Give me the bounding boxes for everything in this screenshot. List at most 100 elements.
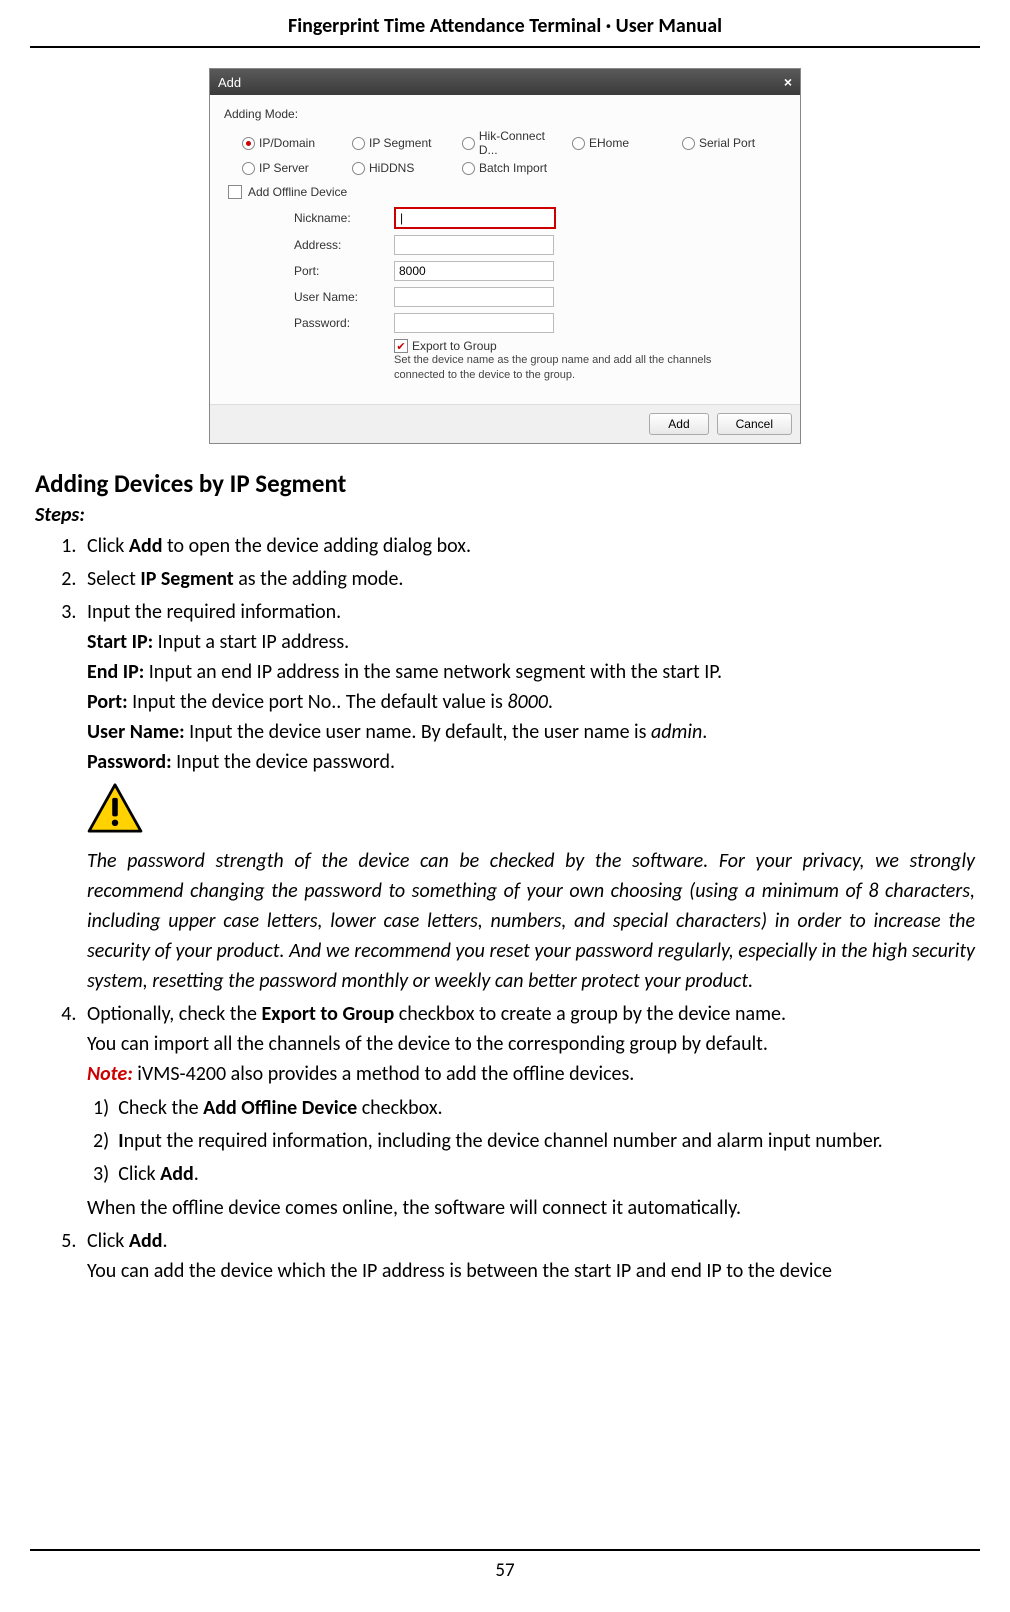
password-warning-text: The password strength of the device can … [87, 846, 975, 996]
text: Input the device port No.. The default v… [128, 690, 508, 714]
text: iVMS-4200 also provides a method to add … [133, 1062, 635, 1086]
password-label: Password: [294, 316, 394, 330]
radio-icon [352, 162, 365, 175]
bold-text: Add [129, 534, 163, 558]
radio-hik-connect[interactable]: Hik-Connect D... [462, 129, 566, 157]
bold-text: Add [160, 1162, 194, 1186]
page-header: Fingerprint Time Attendance Terminal · U… [30, 0, 980, 48]
page-content: Add × Adding Mode: IP/Domain IP Segment [0, 48, 1010, 1310]
text: Input an end IP address in the same netw… [144, 660, 722, 684]
checkbox-icon: ✔ [394, 339, 408, 353]
text: . [163, 1229, 168, 1253]
port-row: Port: [294, 261, 786, 281]
endip-line: End IP: Input an end IP address in the s… [87, 657, 975, 687]
startip-line: Start IP: Input a start IP address. [87, 627, 975, 657]
radio-icon [572, 137, 585, 150]
radio-label: Batch Import [479, 161, 547, 175]
close-icon[interactable]: × [784, 74, 792, 90]
radio-serial-port[interactable]: Serial Port [682, 129, 786, 157]
dialog-body: Adding Mode: IP/Domain IP Segment Hik-Co… [210, 95, 800, 404]
username-line: User Name: Input the device user name. B… [87, 717, 975, 747]
port-input[interactable] [394, 261, 554, 281]
step-4-after-sub: When the offline device comes online, th… [87, 1193, 975, 1223]
text: Select [87, 567, 140, 591]
bold-text: IP Segment [140, 567, 233, 591]
text: Input the device user name. By default, … [185, 720, 651, 744]
username-input[interactable] [394, 287, 554, 307]
bold-text: Add [129, 1229, 163, 1253]
radio-label: Serial Port [699, 136, 755, 150]
radio-ip-server[interactable]: IP Server [242, 161, 346, 175]
step-3: Input the required information. Start IP… [81, 597, 975, 996]
nickname-input[interactable] [394, 207, 556, 229]
italic-value: 8000 [507, 690, 548, 714]
offline-device-checkbox[interactable]: Add Offline Device [228, 185, 786, 199]
cancel-button[interactable]: Cancel [717, 413, 792, 435]
text: Click [118, 1162, 160, 1186]
field-label: Password: [87, 750, 172, 774]
step-5: Click Add. You can add the device which … [81, 1226, 975, 1286]
field-label: End IP: [87, 660, 144, 684]
step-4-line2: You can import all the channels of the d… [87, 1029, 975, 1059]
username-label: User Name: [294, 290, 394, 304]
dialog-title: Add [218, 75, 241, 90]
text: Click [87, 534, 129, 558]
checkbox-icon [228, 185, 242, 199]
bold-text: Export to Group [261, 1002, 394, 1026]
add-button[interactable]: Add [649, 413, 708, 435]
address-label: Address: [294, 238, 394, 252]
page-footer: 57 [30, 1549, 980, 1582]
password-row: Password: [294, 313, 786, 333]
text: checkbox to create a group by the device… [394, 1002, 786, 1026]
text: checkbox. [357, 1096, 442, 1120]
radio-ehome[interactable]: EHome [572, 129, 676, 157]
address-row: Address: [294, 235, 786, 255]
substeps-list: 1) Check the Add Offline Device checkbox… [87, 1093, 975, 1189]
text: as the adding mode. [234, 567, 404, 591]
dialog-titlebar: Add × [210, 69, 800, 95]
radio-ip-domain[interactable]: IP/Domain [242, 129, 346, 157]
step-1: Click Add to open the device adding dial… [81, 531, 975, 561]
bold-text: Add Offline Device [203, 1096, 357, 1120]
step-2: Select IP Segment as the adding mode. [81, 564, 975, 594]
text: . [194, 1162, 199, 1186]
radio-label: Hik-Connect D... [479, 129, 566, 157]
radio-label: IP/Domain [259, 136, 315, 150]
text: Click [87, 1229, 129, 1253]
warning-icon [87, 783, 975, 842]
radio-icon [242, 162, 255, 175]
radio-icon [242, 137, 255, 150]
substep-1: 1) Check the Add Offline Device checkbox… [117, 1093, 975, 1123]
step-5-line2: You can add the device which the IP addr… [87, 1256, 975, 1286]
checkbox-label: Export to Group [412, 339, 497, 353]
password-input[interactable] [394, 313, 554, 333]
checkbox-label: Add Offline Device [248, 185, 347, 199]
radio-hiddns[interactable]: HiDDNS [352, 161, 456, 175]
step-4-note: Note: iVMS-4200 also provides a method t… [87, 1059, 975, 1089]
text: nput the required information, including… [124, 1129, 883, 1153]
step-4: Optionally, check the Export to Group ch… [81, 999, 975, 1223]
radio-row-1: IP/Domain IP Segment Hik-Connect D... EH… [242, 129, 786, 157]
username-row: User Name: [294, 287, 786, 307]
text: Input a start IP address. [153, 630, 349, 654]
nickname-label: Nickname: [294, 211, 394, 225]
radio-ip-segment[interactable]: IP Segment [352, 129, 456, 157]
radio-icon [352, 137, 365, 150]
port-line: Port: Input the device port No.. The def… [87, 687, 975, 717]
dialog-footer: Add Cancel [210, 404, 800, 443]
port-label: Port: [294, 264, 394, 278]
field-label: User Name: [87, 720, 185, 744]
export-note-text: Set the device name as the group name an… [394, 353, 744, 384]
text: . [702, 720, 707, 744]
radio-batch-import[interactable]: Batch Import [462, 161, 566, 175]
adding-mode-label: Adding Mode: [224, 107, 786, 121]
radio-icon [462, 137, 475, 150]
text: Input the device password. [172, 750, 395, 774]
export-to-group-checkbox[interactable]: ✔ Export to Group [394, 339, 786, 353]
text: Check the [118, 1096, 203, 1120]
radio-label: EHome [589, 136, 629, 150]
text: Optionally, check the [87, 1002, 261, 1026]
radio-icon [462, 162, 475, 175]
address-input[interactable] [394, 235, 554, 255]
radio-row-2: IP Server HiDDNS Batch Import [242, 161, 786, 175]
